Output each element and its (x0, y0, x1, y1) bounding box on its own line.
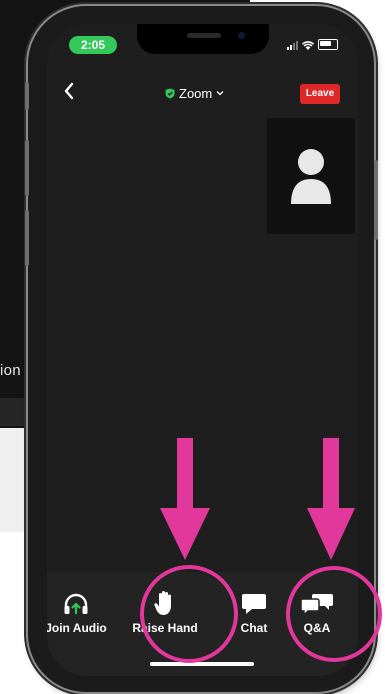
notch (137, 24, 269, 54)
volume-down-button (25, 210, 29, 266)
back-button[interactable] (63, 82, 79, 102)
person-avatar-icon (291, 149, 331, 204)
battery-icon (318, 39, 338, 50)
speaker-grille (187, 33, 221, 38)
status-time: 2:05 (69, 36, 117, 54)
signal-icon (287, 40, 298, 50)
qa-arrow (307, 438, 355, 560)
status-icons (287, 38, 338, 50)
qa-highlight-circle (286, 566, 382, 662)
chevron-left-icon (64, 82, 74, 100)
meeting-title-dropdown[interactable]: Zoom (165, 84, 224, 102)
chat-label: Chat (240, 621, 268, 635)
leave-button[interactable]: Leave (300, 84, 340, 104)
join-audio-label: Join Audio (47, 621, 107, 635)
home-indicator[interactable] (150, 662, 254, 666)
raise-hand-highlight-circle (140, 565, 238, 663)
raise-hand-arrow (160, 438, 210, 560)
headphones-icon (64, 593, 88, 615)
join-audio-button[interactable]: Join Audio (47, 590, 113, 642)
power-button (374, 160, 378, 240)
chat-bubble-icon (242, 594, 266, 614)
meeting-title: Zoom (179, 85, 213, 101)
video-thumbnail[interactable] (267, 118, 355, 234)
chevron-down-icon (216, 91, 224, 96)
shield-check-icon (165, 88, 175, 98)
chat-button[interactable]: Chat (232, 590, 276, 642)
mute-switch (25, 82, 29, 110)
volume-up-button (25, 140, 29, 196)
wifi-icon (302, 41, 314, 50)
front-camera (238, 32, 245, 39)
